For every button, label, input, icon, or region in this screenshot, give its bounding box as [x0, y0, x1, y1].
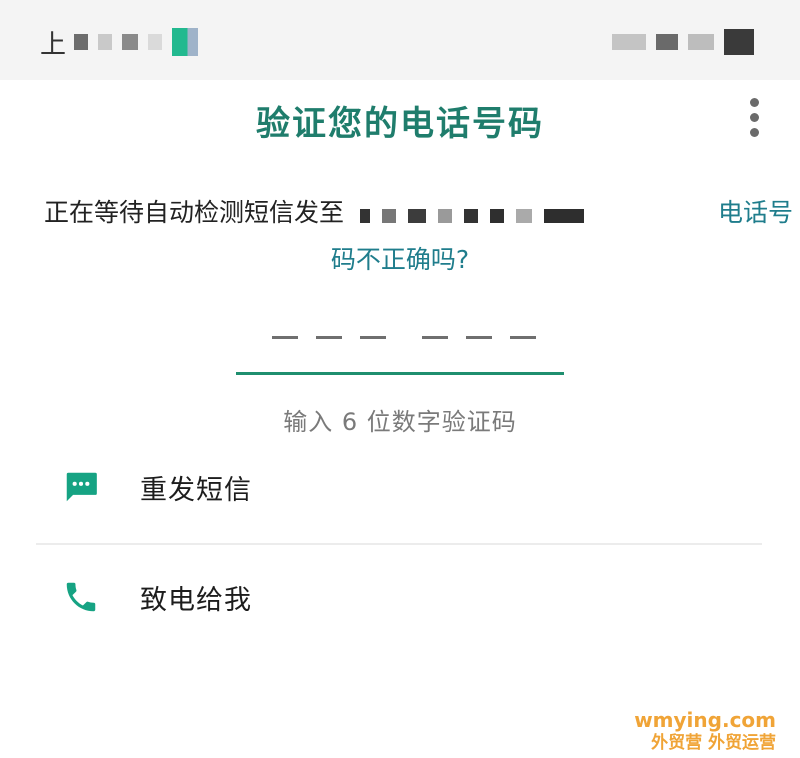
call-me-button[interactable]: 致电给我 — [36, 550, 762, 640]
watermark-subtitle: 外贸营 外贸运营 — [651, 733, 776, 753]
digit-slot — [422, 336, 448, 339]
code-placeholder-dashes — [236, 318, 564, 358]
code-input-underline — [236, 372, 564, 375]
blurred-status-icon — [98, 34, 113, 50]
signal-icon — [172, 28, 199, 56]
sms-icon — [66, 472, 97, 502]
blurred-status-icon — [74, 34, 89, 50]
message-text: 正在等待自动检测短信发至 — [44, 198, 345, 227]
more-vert-icon[interactable] — [744, 98, 766, 138]
watermark-domain: wmying.com — [634, 708, 776, 732]
blurred-status-icon — [688, 34, 714, 50]
call-me-label: 致电给我 — [140, 585, 252, 616]
battery-icon — [724, 29, 754, 55]
digit-slot — [272, 336, 298, 339]
resend-sms-label: 重发短信 — [140, 475, 252, 506]
watermark: wmying.com 外贸营 外贸运营 — [634, 708, 776, 754]
digit-slot — [510, 336, 536, 339]
redacted-phone-number — [359, 200, 596, 229]
wrong-number-link[interactable]: 电话号 — [718, 193, 793, 229]
digit-slot — [466, 336, 492, 339]
phone-icon — [66, 582, 96, 612]
resend-sms-button[interactable]: 重发短信 — [36, 440, 762, 530]
status-right-cluster — [612, 24, 764, 60]
digit-slot — [316, 336, 342, 339]
blurred-status-icon — [148, 34, 163, 50]
blurred-status-icon — [612, 34, 646, 50]
status-bar: 上 — [0, 0, 800, 80]
status-left-cluster: 上 — [40, 24, 208, 60]
page-title: 验证您的电话号码 — [256, 104, 544, 144]
sms-waiting-message: 正在等待自动检测短信发至 电话号 — [44, 193, 793, 233]
wrong-number-link-continued[interactable]: 码不正确吗? — [0, 240, 800, 276]
verification-code-input[interactable] — [236, 318, 564, 378]
blurred-status-icon — [122, 34, 139, 50]
carrier-label: 上 — [40, 29, 67, 60]
code-helper-text: 输入 6 位数字验证码 — [283, 408, 517, 436]
divider — [36, 543, 762, 545]
digit-slot — [360, 336, 386, 339]
blurred-status-icon — [656, 34, 678, 50]
